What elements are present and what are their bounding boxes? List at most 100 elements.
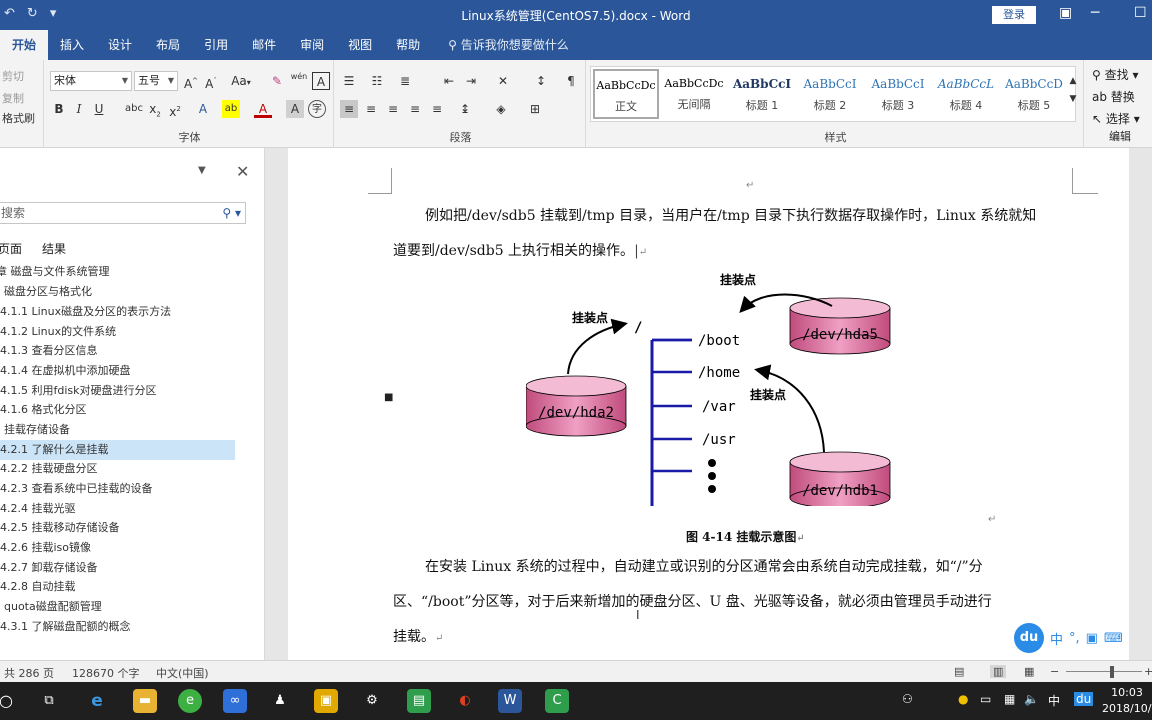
styles-scroll-down-icon[interactable]: ▼ <box>1064 90 1082 108</box>
select-button[interactable]: ↖ 选择 ▾ <box>1092 110 1140 127</box>
nav-item[interactable]: 4.2.4 挂载光驱 <box>0 499 264 519</box>
baidu-ime-logo[interactable]: du <box>1014 623 1044 653</box>
copy-button[interactable]: 复制 <box>2 90 24 106</box>
underline-icon[interactable]: U <box>90 100 108 118</box>
print-layout-icon[interactable]: ▥ <box>990 665 1007 678</box>
tray-app-icon[interactable]: ● <box>958 692 968 706</box>
find-button[interactable]: ⚲ 查找 ▾ <box>1092 66 1138 83</box>
minimize-icon[interactable]: ─ <box>1091 5 1099 21</box>
document-page[interactable]: ↵ 例如把/dev/sdb5 挂载到/tmp 目录，当用户在/tmp 目录下执行… <box>288 148 1129 660</box>
chinese-layout-icon[interactable]: ✕ <box>494 72 512 90</box>
word-taskbar-icon[interactable]: W <box>498 689 522 713</box>
nav-item[interactable]: 4.1.2 Linux的文件系统 <box>0 322 264 342</box>
pane-options-icon[interactable]: ▼ <box>198 165 206 176</box>
zoom-slider-thumb[interactable] <box>1110 666 1114 678</box>
distribute-icon[interactable]: ≡ <box>428 100 446 118</box>
change-case-button[interactable]: Aa▾ <box>228 72 254 90</box>
nav-item[interactable]: 4.1.4 在虚拟机中添加硬盘 <box>0 361 264 381</box>
line-spacing-icon[interactable]: ↨ <box>456 100 474 118</box>
cortana-icon[interactable]: ○ <box>0 689 18 713</box>
style-heading-5[interactable]: AaBbCcD 标题 5 <box>1001 69 1067 119</box>
numbering-icon[interactable]: ☷ <box>368 72 386 90</box>
search-icon[interactable]: ⚲ ▾ <box>222 203 241 223</box>
nav-item[interactable]: 4.2.3 查看系统中已挂载的设备 <box>0 479 264 499</box>
language-status[interactable]: 中文(中国) <box>156 665 209 681</box>
font-color-icon[interactable]: A <box>254 100 272 118</box>
text-effects-icon[interactable]: A <box>194 100 212 118</box>
format-painter-button[interactable]: 格式刷 <box>2 110 35 126</box>
qq-icon[interactable]: ♟ <box>268 689 292 713</box>
nav-item-selected[interactable]: 4.2.1 了解什么是挂载 <box>0 440 235 460</box>
grow-font-icon[interactable]: A^ <box>182 72 200 91</box>
replace-button[interactable]: ab 替换 <box>1092 88 1135 105</box>
nav-tab-results[interactable]: 结果 <box>42 240 66 257</box>
style-heading-2[interactable]: AaBbCcI 标题 2 <box>797 69 863 119</box>
clock[interactable]: 10:03 2018/10/2 <box>1102 685 1152 717</box>
nav-item[interactable]: 4.2.8 自动挂载 <box>0 577 264 597</box>
tab-review[interactable]: 审阅 <box>288 30 336 60</box>
sort-icon[interactable]: ↕ <box>532 72 550 90</box>
page-count[interactable]: 共 286 页 <box>4 665 54 681</box>
tell-me-search[interactable]: ⚲ 告诉我你想要做什么 <box>436 30 581 60</box>
justify-icon[interactable]: ≡ <box>406 100 424 118</box>
ime-mode-toggle[interactable]: 中 <box>1050 629 1063 648</box>
style-heading-1[interactable]: AaBbCcI 标题 1 <box>729 69 795 119</box>
battery-icon[interactable]: ▭ <box>980 692 991 706</box>
customize-qat-icon[interactable]: ▾ <box>50 6 57 21</box>
app-icon[interactable]: ∞ <box>223 689 247 713</box>
taskbar-ime-mode[interactable]: 中 <box>1048 692 1060 709</box>
align-right-icon[interactable]: ≡ <box>384 100 402 118</box>
enclose-char-icon[interactable]: 字 <box>308 100 326 118</box>
baidu-tray-icon[interactable]: du <box>1074 692 1094 706</box>
nav-item[interactable]: 4.2.6 挂载iso镜像 <box>0 538 264 558</box>
italic-icon[interactable]: I <box>70 100 88 118</box>
close-icon[interactable]: ✕ <box>236 162 249 181</box>
align-left-icon[interactable]: ≡ <box>340 100 358 118</box>
keyboard-icon[interactable]: ⌨ <box>1104 631 1123 646</box>
phonetic-guide-button[interactable]: wén <box>290 68 308 86</box>
cut-button[interactable]: 剪切 <box>2 68 24 84</box>
char-border-icon[interactable]: A <box>312 72 330 90</box>
show-marks-icon[interactable]: ¶ <box>562 72 580 90</box>
style-heading-4[interactable]: AaBbCcL 标题 4 <box>933 69 999 119</box>
tab-view[interactable]: 视图 <box>336 30 384 60</box>
zoom-out-icon[interactable]: − <box>1050 665 1059 678</box>
zoom-slider-track[interactable] <box>1066 671 1142 672</box>
multilevel-list-icon[interactable]: ≣ <box>396 72 414 90</box>
nav-item[interactable]: quota磁盘配额管理 <box>4 597 268 617</box>
redo-icon[interactable]: ↻ <box>27 6 38 21</box>
notes-app-icon[interactable]: ▣ <box>314 689 338 713</box>
highlight-icon[interactable]: ab <box>222 100 240 118</box>
increase-indent-icon[interactable]: ⇥ <box>462 72 480 90</box>
strikethrough-icon[interactable]: abc <box>122 100 146 118</box>
people-icon[interactable]: ⚇ <box>902 692 913 706</box>
browser-360-icon[interactable]: e <box>178 689 202 713</box>
nav-item[interactable]: 4.2.2 挂载硬盘分区 <box>0 459 264 479</box>
shading-icon[interactable]: ◈ <box>492 100 510 118</box>
nav-item[interactable]: 磁盘分区与格式化 <box>4 282 268 302</box>
network-icon[interactable]: ▦ <box>1004 692 1015 706</box>
align-center-icon[interactable]: ≡ <box>362 100 380 118</box>
nav-item[interactable]: 4.1.5 利用fdisk对硬盘进行分区 <box>0 381 264 401</box>
tab-layout[interactable]: 布局 <box>144 30 192 60</box>
volume-icon[interactable]: 🔈 <box>1024 692 1039 706</box>
maximize-icon[interactable]: ☐ <box>1134 5 1147 21</box>
superscript-icon[interactable]: x2 <box>166 100 184 119</box>
nav-item[interactable]: 挂载存储设备 <box>4 420 268 440</box>
nav-search-input[interactable]: 搜索 ⚲ ▾ <box>0 202 246 224</box>
toolbox-icon[interactable]: ▣ <box>1086 631 1098 646</box>
nav-item[interactable]: 4.2.7 卸载存储设备 <box>0 558 264 578</box>
style-normal[interactable]: AaBbCcDc 正文 <box>593 69 659 119</box>
style-heading-3[interactable]: AaBbCcI 标题 3 <box>865 69 931 119</box>
tab-mailings[interactable]: 邮件 <box>240 30 288 60</box>
shrink-font-icon[interactable]: Aˇ <box>202 72 220 91</box>
tab-insert[interactable]: 插入 <box>48 30 96 60</box>
app-red-icon[interactable]: ◐ <box>453 689 477 713</box>
login-button[interactable]: 登录 <box>992 6 1036 24</box>
tab-help[interactable]: 帮助 <box>384 30 432 60</box>
document-area[interactable]: ↵ 例如把/dev/sdb5 挂载到/tmp 目录，当用户在/tmp 目录下执行… <box>265 148 1152 660</box>
edge-icon[interactable]: e <box>85 689 109 713</box>
camtasia-icon[interactable]: C <box>545 689 569 713</box>
subscript-icon[interactable]: x2 <box>146 100 164 118</box>
font-size-box[interactable]: 五号 ▼ <box>134 71 178 91</box>
